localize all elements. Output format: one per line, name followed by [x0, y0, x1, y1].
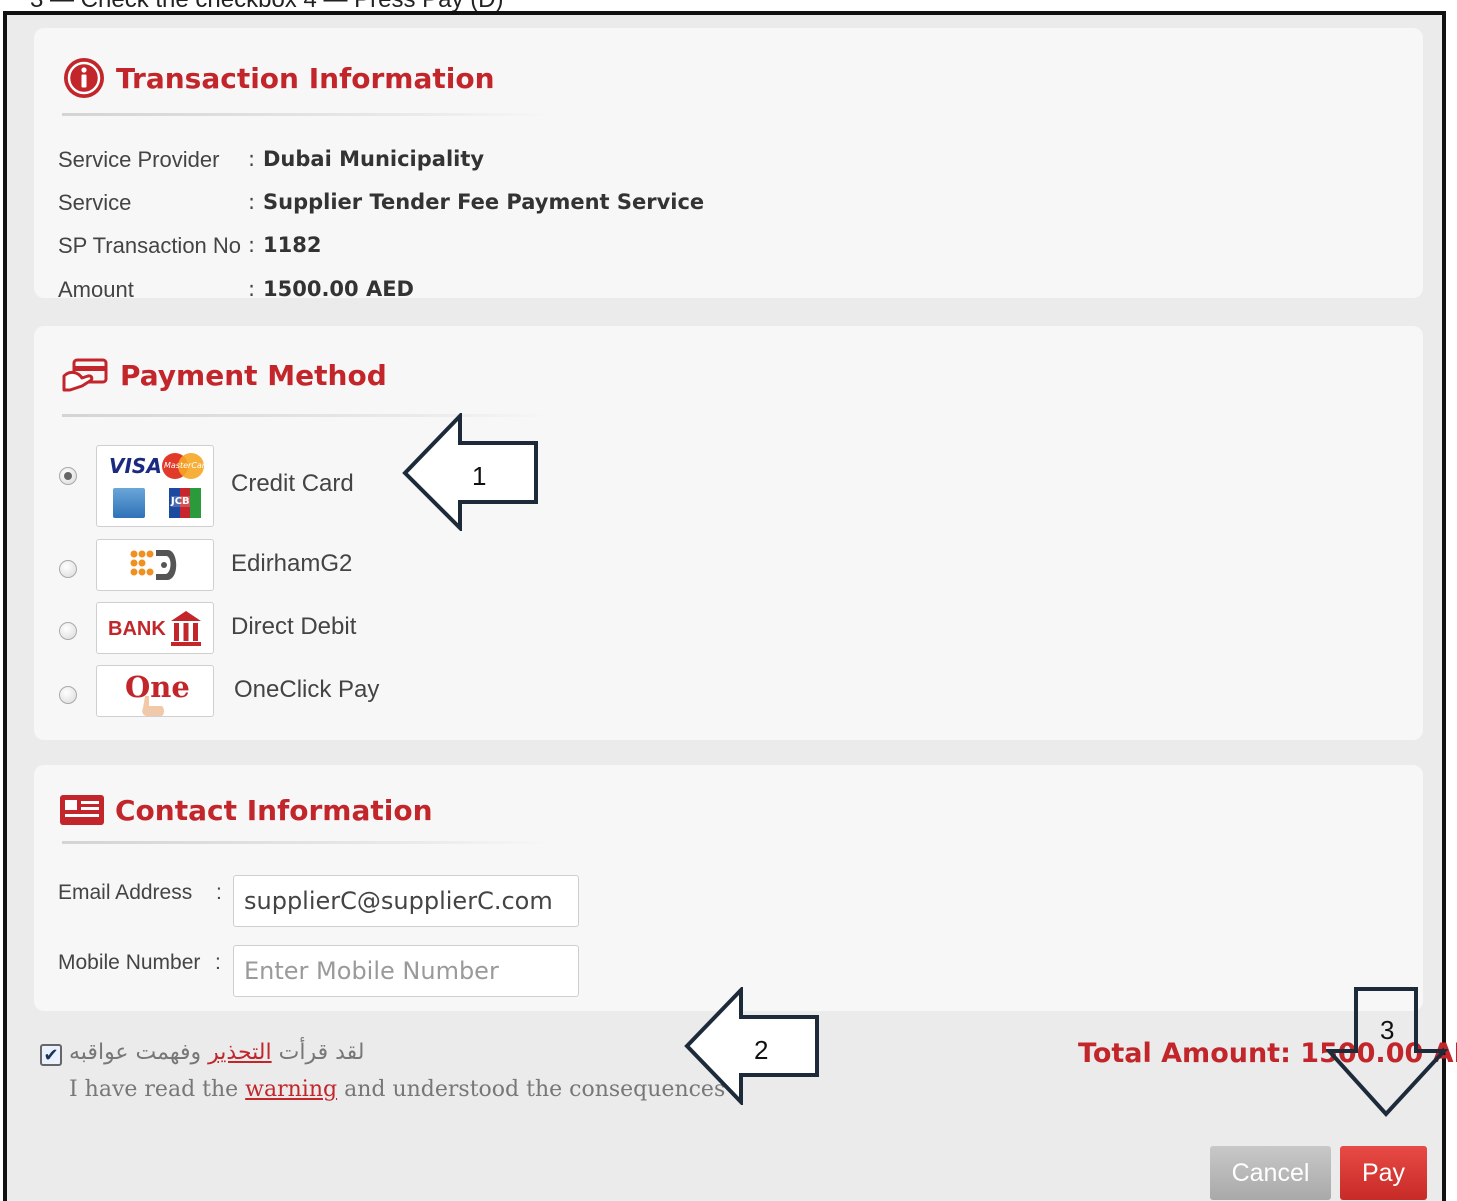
english-text-part: and understood the consequences: [337, 1077, 726, 1102]
annotation-arrow-2: [684, 987, 819, 1105]
payment-panel: Payment Method VISA MasterCard JCB Credi…: [34, 326, 1423, 740]
jcb-label: JCB: [171, 496, 190, 507]
info-colon: :: [248, 190, 256, 214]
radio-oneclick[interactable]: [59, 686, 77, 704]
method-label-direct-debit[interactable]: Direct Debit: [231, 613, 356, 641]
email-field[interactable]: [233, 875, 579, 927]
jcb-logo: JCB: [169, 488, 202, 518]
contact-panel: Contact Information Email Address : Mobi…: [34, 765, 1423, 1011]
info-colon: :: [248, 233, 256, 257]
info-colon: :: [248, 277, 256, 301]
payment-title-text: Payment Method: [120, 358, 387, 392]
transaction-panel: Transaction Information Service Provider…: [34, 28, 1423, 302]
arabic-text-part: لقد قرأت: [271, 1040, 365, 1065]
agreement-english-text: I have read the warning and understood t…: [69, 1077, 725, 1102]
info-icon: [62, 56, 106, 100]
annotation-number-2: 2: [754, 1035, 769, 1065]
info-value: Supplier Tender Fee Payment Service: [263, 190, 705, 214]
checkmark-icon: ✔: [43, 1044, 59, 1066]
mobile-field[interactable]: [233, 945, 579, 997]
mobile-colon: :: [215, 951, 221, 974]
radio-edirham[interactable]: [59, 560, 77, 578]
mastercard-logo: MasterCard: [159, 452, 211, 480]
contact-title: Contact Information: [59, 793, 433, 827]
payment-title: Payment Method: [62, 356, 387, 394]
amex-logo: [113, 488, 145, 518]
bank-logo[interactable]: BANK: [96, 602, 214, 654]
agreement-arabic-text: لقد قرأت التحذير وفهمت عواقبه: [69, 1040, 364, 1065]
info-value: 1182: [263, 233, 322, 257]
arabic-text-part: وفهمت عواقبه: [69, 1040, 209, 1065]
radio-direct-debit[interactable]: [59, 622, 77, 640]
email-colon: :: [216, 881, 222, 904]
oneclick-logo[interactable]: One: [96, 665, 214, 717]
cancel-button[interactable]: Cancel: [1210, 1146, 1331, 1200]
title-divider: [62, 841, 552, 844]
agreement-checkbox[interactable]: ✔: [40, 1044, 62, 1066]
contact-title-text: Contact Information: [115, 793, 433, 827]
transaction-title-text: Transaction Information: [116, 61, 495, 95]
credit-card-logos[interactable]: VISA MasterCard JCB: [96, 445, 214, 527]
info-colon: :: [248, 147, 256, 171]
info-value: 1500.00 AED: [263, 277, 414, 301]
info-label: Service Provider: [58, 147, 220, 172]
radio-credit-card[interactable]: [59, 467, 77, 485]
pay-button[interactable]: Pay: [1340, 1146, 1427, 1200]
mobile-label: Mobile Number :: [58, 951, 221, 975]
annotation-arrow-3: [1326, 987, 1449, 1117]
edirham-icon: [130, 550, 177, 580]
warning-link[interactable]: warning: [245, 1077, 337, 1102]
method-label-edirham[interactable]: EdirhamG2: [231, 550, 352, 578]
mobile-label-text: Mobile Number: [58, 951, 201, 974]
edirham-logo[interactable]: [96, 539, 214, 591]
info-label: Service: [58, 190, 132, 215]
email-label: Email Address :: [58, 881, 222, 905]
method-label-oneclick[interactable]: OneClick Pay: [234, 676, 379, 704]
finger-tap-icon: [142, 696, 164, 716]
info-label: Amount: [58, 277, 134, 302]
transaction-title: Transaction Information: [62, 56, 495, 100]
annotation-number-1: 1: [472, 461, 487, 491]
info-label: SP Transaction No: [58, 233, 242, 258]
email-label-text: Email Address: [58, 881, 193, 904]
bank-building-icon: [171, 611, 201, 646]
english-text-part: I have read the: [69, 1077, 246, 1102]
visa-logo: VISA: [109, 454, 162, 478]
bank-label: BANK: [108, 618, 166, 640]
mastercard-label: MasterCard: [164, 461, 211, 470]
method-label-credit-card[interactable]: Credit Card: [231, 470, 354, 498]
title-divider: [62, 113, 552, 116]
info-value: Dubai Municipality: [263, 147, 485, 171]
contact-card-icon: [59, 793, 105, 827]
arabic-warning-link[interactable]: التحذير: [208, 1040, 271, 1065]
annotation-number-3: 3: [1380, 1015, 1395, 1045]
card-hand-icon: [62, 356, 110, 394]
